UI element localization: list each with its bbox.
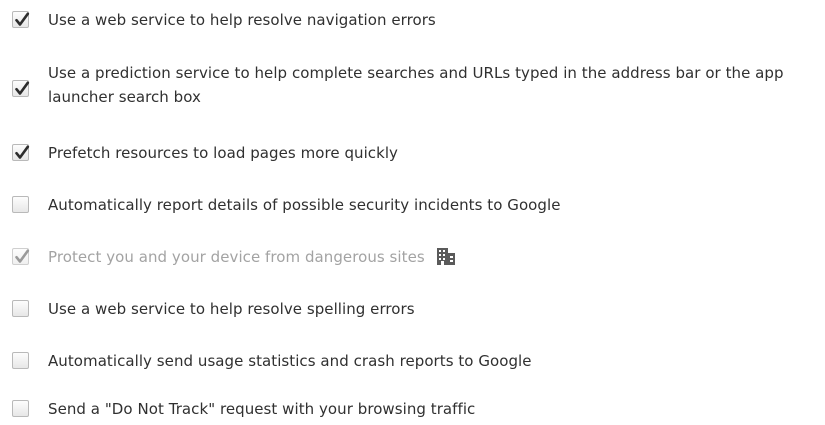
enterprise-policy-building-icon[interactable] — [436, 248, 455, 265]
option-navigation-errors[interactable]: Use a web service to help resolve naviga… — [0, 8, 825, 32]
dangerous-sites-row-text: Protect you and your device from dangero… — [48, 246, 455, 268]
option-dangerous-sites: Protect you and your device from dangero… — [0, 245, 825, 269]
usage-statistics-label: Automatically send usage statistics and … — [48, 352, 532, 370]
do-not-track-label: Send a "Do Not Track" request with your … — [48, 400, 476, 418]
option-prediction-service[interactable]: Use a prediction service to help complet… — [0, 57, 825, 107]
do-not-track-checkbox[interactable] — [12, 400, 29, 417]
dangerous-sites-checkbox — [12, 248, 30, 265]
spelling-errors-label: Use a web service to help resolve spelli… — [48, 300, 415, 318]
option-prefetch-resources[interactable]: Prefetch resources to load pages more qu… — [0, 141, 825, 165]
option-usage-statistics[interactable]: Automatically send usage statistics and … — [0, 349, 825, 373]
prefetch-resources-label: Prefetch resources to load pages more qu… — [48, 144, 398, 162]
navigation-errors-label: Use a web service to help resolve naviga… — [48, 11, 436, 29]
navigation-errors-checkbox[interactable] — [12, 11, 30, 28]
prefetch-resources-checkbox[interactable] — [12, 144, 30, 161]
dangerous-sites-label: Protect you and your device from dangero… — [48, 248, 425, 266]
security-incidents-label: Automatically report details of possible… — [48, 196, 561, 214]
prediction-service-checkbox[interactable] — [12, 80, 30, 97]
usage-statistics-checkbox[interactable] — [12, 352, 29, 369]
option-security-incidents[interactable]: Automatically report details of possible… — [0, 193, 825, 217]
checkmark-icon — [15, 145, 30, 159]
option-spelling-errors[interactable]: Use a web service to help resolve spelli… — [0, 297, 825, 321]
option-do-not-track[interactable]: Send a "Do Not Track" request with your … — [0, 397, 825, 421]
checkmark-icon — [15, 249, 30, 263]
prediction-service-label: Use a prediction service to help complet… — [48, 64, 784, 106]
checkmark-icon — [15, 81, 30, 95]
security-incidents-checkbox[interactable] — [12, 196, 29, 213]
spelling-errors-checkbox[interactable] — [12, 300, 29, 317]
privacy-settings-list: Use a web service to help resolve naviga… — [0, 0, 825, 425]
checkmark-icon — [15, 12, 30, 26]
